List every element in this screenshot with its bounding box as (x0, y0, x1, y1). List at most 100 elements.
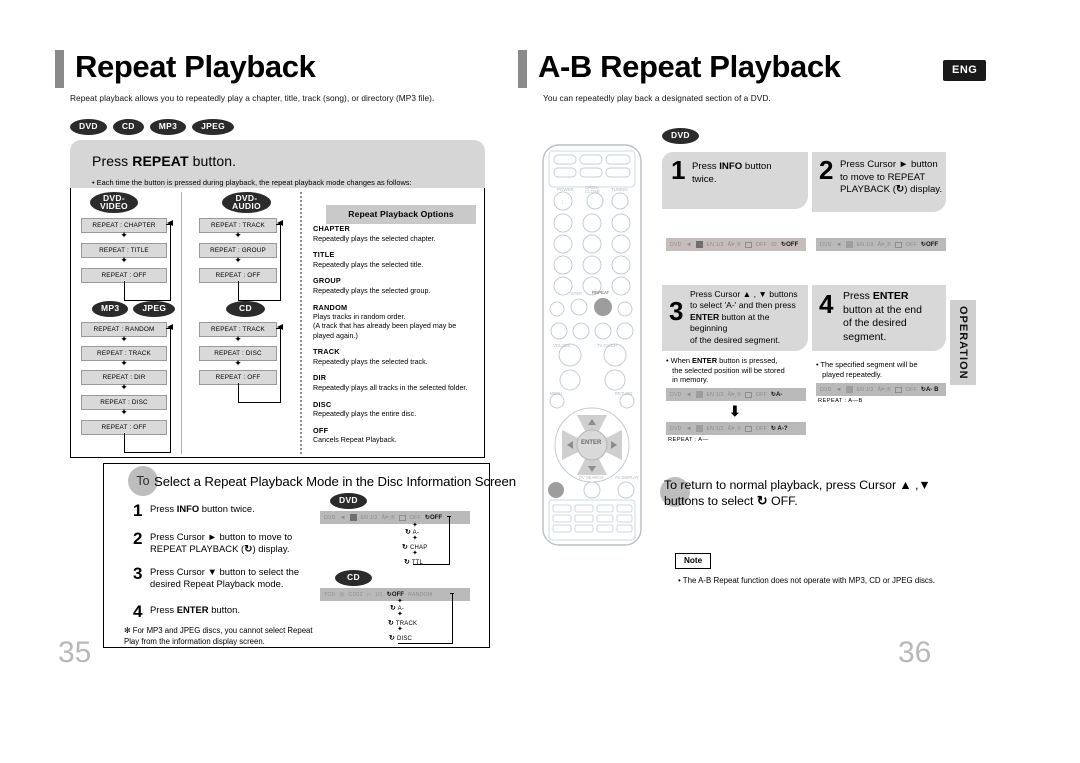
manual-page-spread: Repeat Playback Repeat playback allows y… (0, 0, 1080, 763)
disc-pill-cd-small: CD (335, 570, 372, 586)
angle-icon (894, 386, 902, 393)
svg-text:CLOSE: CLOSE (585, 189, 600, 194)
to-step-1: 1 Press INFO button twice. (133, 502, 333, 519)
osd-label-disc: DVD (324, 514, 336, 521)
step-card-number: 1 (671, 155, 686, 185)
option-item: TITLE Repeatedly plays the selected title… (313, 250, 481, 270)
option-key: OFF (313, 425, 329, 435)
subtitle-icon (845, 241, 853, 248)
left-intro-text: Repeat playback allows you to repeatedly… (70, 93, 435, 103)
osd-chain-loop-dvd (413, 517, 450, 565)
down-arrow-icon: ⬇ (729, 403, 741, 419)
page-title-right: A-B Repeat Playback (538, 49, 841, 84)
angle-icon (398, 514, 406, 521)
flow-loop-arrow (167, 220, 173, 226)
to-box-heading: Select a Repeat Playback Mode in the Dis… (154, 473, 516, 489)
osd-repeat-value: ↻OFF (920, 241, 939, 248)
step-text: Press Cursor ► button to move to REPEAT P… (150, 531, 293, 556)
flow-arrow: ✦ (234, 230, 242, 240)
osd-bar-card1: DVD ◄ EN 1/3 ÅÞ¸® OFF 32 ↻OFF (666, 238, 806, 251)
subtitle-icon (695, 425, 703, 432)
angle-icon (894, 241, 902, 248)
osd-label-track: CD02 (348, 591, 363, 598)
flow-pill-mp3: MP3 (92, 301, 129, 317)
option-item: GROUP Repeatedly plays the selected group… (313, 276, 481, 296)
option-desc: Repeatedly plays the selected title. (313, 260, 424, 269)
language-badge: ENG (943, 60, 987, 81)
flow-divider-dotted (300, 192, 302, 454)
flow-divider-1 (181, 192, 182, 454)
osd-chain-cap (447, 516, 451, 517)
title-accent-bar (518, 50, 527, 88)
svg-text:TV CH/CH: TV CH/CH (597, 343, 617, 348)
option-desc: Repeatedly plays the selected group. (313, 286, 431, 295)
flow-pill-cd: CD (226, 301, 265, 317)
option-key: DISC (313, 399, 332, 409)
flow-arrow: ✦ (120, 358, 128, 368)
option-key: TITLE (313, 250, 335, 260)
flow-loop (124, 281, 171, 301)
remote-control-illustration: POWER OPEN/ CLOSE TUNING 1 REPEAT STEP V… (542, 144, 642, 546)
svg-text:STEP: STEP (571, 291, 582, 296)
prev-icon: ◄ (339, 514, 346, 521)
title-accent-bar (55, 50, 64, 88)
options-panel-title: Repeat Playback Options (326, 205, 476, 224)
flow-pill-jpeg: JPEG (133, 301, 176, 317)
option-key: RANDOM (313, 302, 348, 312)
to-box-cd-pill-row: CD (335, 570, 372, 586)
repeat-state-label-4: REPEAT : A—B (818, 398, 863, 404)
osd-repeat-value: ↻ A-? (770, 425, 788, 432)
flow-loop (238, 383, 281, 403)
flow-arrow: ✦ (120, 255, 128, 265)
option-key: DIR (313, 373, 327, 383)
flow-arrow: ✦ (234, 334, 242, 344)
right-disc-pill-row: DVD (662, 128, 699, 144)
headphone-icon: ∩ (366, 591, 371, 598)
flow-loop-up (276, 225, 281, 283)
disc-pill-jpeg: JPEG (192, 119, 235, 135)
disc-icon: ◎ (339, 592, 345, 598)
osd-label-num: 32 (770, 241, 778, 248)
options-list: CHAPTER Repeatedly plays the selected cha… (313, 224, 481, 452)
flow-loop (124, 433, 171, 453)
step-card-text: Press Cursor ► button to move to REPEAT PL… (840, 159, 943, 196)
disc-pill-dvd-small: DVD (330, 493, 367, 509)
osd-label-audio: EN 1/3 (706, 391, 724, 398)
banner-heading: Press REPEAT button. (92, 153, 237, 169)
flow-arrow: ✦ (234, 255, 242, 265)
flow-loop-arrow (277, 220, 283, 226)
subtitle-icon (349, 514, 357, 521)
osd-label-sub: ÅÞ¸® (877, 241, 891, 248)
flow-arrow: ✦ (120, 334, 128, 344)
option-desc: Repeatedly plays all tracks in the selec… (313, 383, 468, 392)
option-key: GROUP (313, 276, 342, 286)
option-item: OFF Cancels Repeat Playback. (313, 426, 481, 446)
option-desc: Plays tracks in random order. (A track t… (313, 313, 457, 340)
osd-repeat-value: ↻OFF (781, 241, 799, 248)
angle-icon (744, 241, 752, 248)
osd-label-sub: ÅÞ¸® (877, 386, 891, 393)
banner-subtext: • Each time the button is pressed during… (92, 178, 412, 187)
step-card-text: Press INFO button twice. (692, 161, 772, 185)
to-box-dvd-pill-row: DVD (330, 493, 367, 509)
flow-loop-up (166, 225, 171, 283)
option-desc: Repeatedly plays the entire disc. (313, 410, 417, 419)
osd-bar-card2: DVD ◄ EN 1/3 ÅÞ¸® OFF ↻OFF (816, 238, 946, 251)
osd-label-disc: DVD (670, 241, 682, 248)
flow-loop (238, 281, 281, 301)
angle-icon (744, 391, 752, 398)
subtitle-icon (695, 241, 703, 248)
option-item: DISC Repeatedly plays the entire disc. (313, 400, 481, 420)
disc-pill-dvd: DVD (70, 119, 107, 135)
to-return-block: To return to normal playback, press Curs… (660, 477, 960, 509)
osd-label-audio: EN 1/3 (706, 425, 724, 432)
flow-arrow: ✦ (120, 407, 128, 417)
osd-label-sub: ÅÞ¸® (727, 391, 741, 398)
step-card-4-bullet: • The specified segment will be played r… (816, 360, 918, 379)
prev-icon: ◄ (685, 241, 692, 248)
to-step-4: 4 Press ENTER button. (133, 603, 333, 620)
step-text: Press Cursor ▼ button to select the desir… (150, 566, 300, 590)
option-item: RANDOM Plays tracks in random order. (A t… (313, 303, 481, 341)
svg-text:AV DISPLAY: AV DISPLAY (615, 475, 639, 480)
step-card-3-bullet: • When ENTER button is pressed, the sele… (666, 356, 785, 385)
